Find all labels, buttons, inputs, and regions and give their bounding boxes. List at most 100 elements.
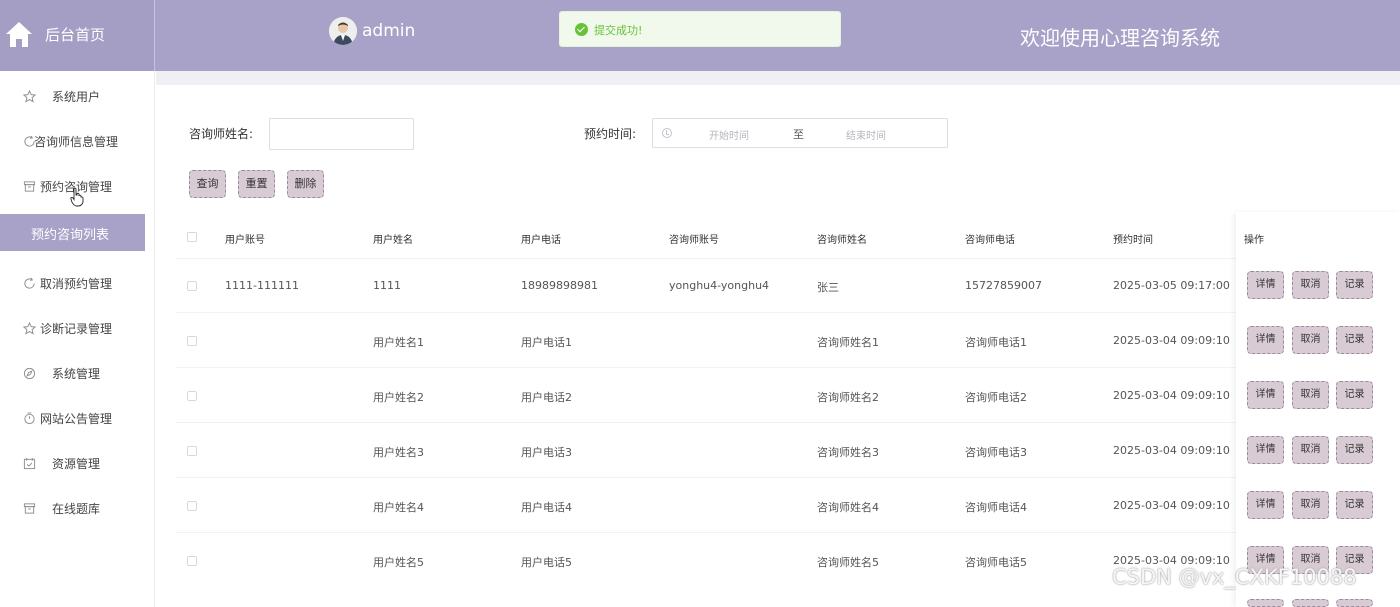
cell-user-name: 用户姓名3 [373,446,424,459]
sidebar-item-counselor-info[interactable]: 咨询师信息管理 [0,123,155,160]
clock-icon [662,128,672,138]
sidebar-item-label: 系统管理 [52,367,101,381]
counselor-name-input[interactable] [269,118,414,150]
select-all-checkbox[interactable] [187,232,197,242]
sidebar-item-label: 诊断记录管理 [40,322,113,336]
sidebar-item-label: 取消预约管理 [40,277,113,291]
col-header-counselor-name: 咨询师姓名 [817,235,867,246]
cancel-button[interactable]: 取消 [1292,381,1329,409]
box-icon [23,181,36,192]
sidebar: 系统用户 咨询师信息管理 预约咨询管理 预约咨询列表 取消预约管理 诊断记录管理… [0,71,155,607]
cell-user-phone: 用户电话2 [521,391,572,404]
record-button[interactable]: 记录 [1336,491,1373,519]
start-time-input[interactable]: 开始时间 [709,127,749,142]
star-icon [23,322,36,335]
record-button[interactable]: 记录 [1336,381,1373,409]
col-header-counselor-phone: 咨询师电话 [965,235,1015,246]
cell-counselor-account: yonghu4-yonghu4 [669,279,770,292]
username[interactable]: admin [362,21,415,41]
box-icon [23,503,36,514]
end-time-input[interactable]: 结束时间 [846,127,886,142]
cell-counselor-phone: 咨询师电话1 [965,336,1027,349]
cancel-button[interactable]: 取消 [1292,436,1329,464]
col-header-user-phone: 用户电话 [521,235,561,246]
sidebar-item-question-bank[interactable]: 在线题库 [0,490,155,527]
cell-user-name: 1111 [373,279,401,292]
row-checkbox[interactable] [187,501,197,511]
cancel-button[interactable]: 取消 [1292,491,1329,519]
cell-counselor-name: 张三 [817,281,839,294]
home-link[interactable]: 后台首页 [0,0,155,71]
detail-button[interactable]: 详情 [1247,436,1284,464]
record-button[interactable]: 记录 [1336,326,1373,354]
cell-user-name: 用户姓名1 [373,336,424,349]
home-icon [6,22,32,47]
col-header-operations: 操作 [1244,235,1264,246]
row-checkbox[interactable] [187,446,197,456]
calendar-check-icon [23,457,36,470]
avatar[interactable] [329,17,357,45]
cell-counselor-name: 咨询师姓名3 [817,446,879,459]
record-button[interactable]: 记录 [1336,271,1373,299]
operations-column: 操作 详情 取消 记录 详情 取消 记录 详情 取消 记录 详情 取消 记录 详… [1236,212,1400,607]
row-divider [176,258,1236,259]
cell-user-phone: 18989898981 [521,279,598,292]
sidebar-item-label: 在线题库 [52,502,101,516]
row-checkbox[interactable] [187,281,197,291]
sidebar-item-system-users[interactable]: 系统用户 [0,78,155,115]
compass-icon [23,367,36,380]
row-checkbox[interactable] [187,556,197,566]
refresh-icon [24,277,35,289]
appointment-time-label: 预约时间: [584,127,637,141]
detail-button[interactable]: 详情 [1247,381,1284,409]
detail-button[interactable]: 详情 [1247,271,1284,299]
content-top-strip [156,71,1400,85]
col-header-user-account: 用户账号 [225,235,265,246]
reset-button[interactable]: 重置 [238,170,275,198]
col-header-user-name: 用户姓名 [373,235,413,246]
watermark: CSDN @vx_CXKF10088 [1112,565,1357,589]
sidebar-item-label: 网站公告管理 [40,412,113,426]
sidebar-item-diagnosis-mgmt[interactable]: 诊断记录管理 [0,310,155,347]
detail-button-partial[interactable] [1247,599,1284,607]
cell-counselor-phone: 咨询师电话3 [965,446,1027,459]
cell-counselor-name: 咨询师姓名5 [817,556,879,569]
sidebar-subitem-label: 预约咨询列表 [31,228,110,243]
search-button[interactable]: 查询 [189,170,226,198]
row-divider [176,312,1236,313]
row-divider [176,477,1236,478]
sidebar-item-label: 系统用户 [52,90,101,104]
detail-button[interactable]: 详情 [1247,326,1284,354]
cancel-button[interactable]: 取消 [1292,271,1329,299]
cell-counselor-name: 咨询师姓名2 [817,391,879,404]
sidebar-item-cancel-mgmt[interactable]: 取消预约管理 [0,265,155,302]
cell-user-name: 用户姓名4 [373,501,424,514]
cell-user-name: 用户姓名2 [373,391,424,404]
sidebar-item-label: 咨询师信息管理 [34,135,119,149]
toast-message: 提交成功! [594,24,643,37]
hand-cursor-icon [70,187,84,207]
detail-button[interactable]: 详情 [1247,491,1284,519]
cancel-button[interactable]: 取消 [1292,326,1329,354]
cell-appointment-time: 2025-03-04 09:09:10 [1113,444,1230,457]
delete-button[interactable]: 删除 [287,170,324,198]
appointment-date-range[interactable]: 开始时间 至 结束时间 [652,118,948,148]
row-divider [176,422,1236,423]
home-label: 后台首页 [45,26,106,44]
cell-user-phone: 用户电话4 [521,501,572,514]
row-checkbox[interactable] [187,391,197,401]
sidebar-item-notice-mgmt[interactable]: 网站公告管理 [0,400,155,437]
sidebar-item-system-mgmt[interactable]: 系统管理 [0,355,155,392]
col-header-appointment-time: 预约时间 [1113,235,1153,246]
row-divider [176,367,1236,368]
cell-counselor-name: 咨询师姓名4 [817,501,879,514]
sidebar-subitem-appointment-list[interactable]: 预约咨询列表 [0,214,145,251]
sidebar-item-resource-mgmt[interactable]: 资源管理 [0,445,155,482]
row-checkbox[interactable] [187,336,197,346]
cancel-button-partial[interactable] [1292,599,1329,607]
col-header-counselor-account: 咨询师账号 [669,235,719,246]
record-button[interactable]: 记录 [1336,436,1373,464]
record-button-partial[interactable] [1336,599,1373,607]
row-divider [176,532,1236,533]
cell-counselor-phone: 咨询师电话4 [965,501,1027,514]
